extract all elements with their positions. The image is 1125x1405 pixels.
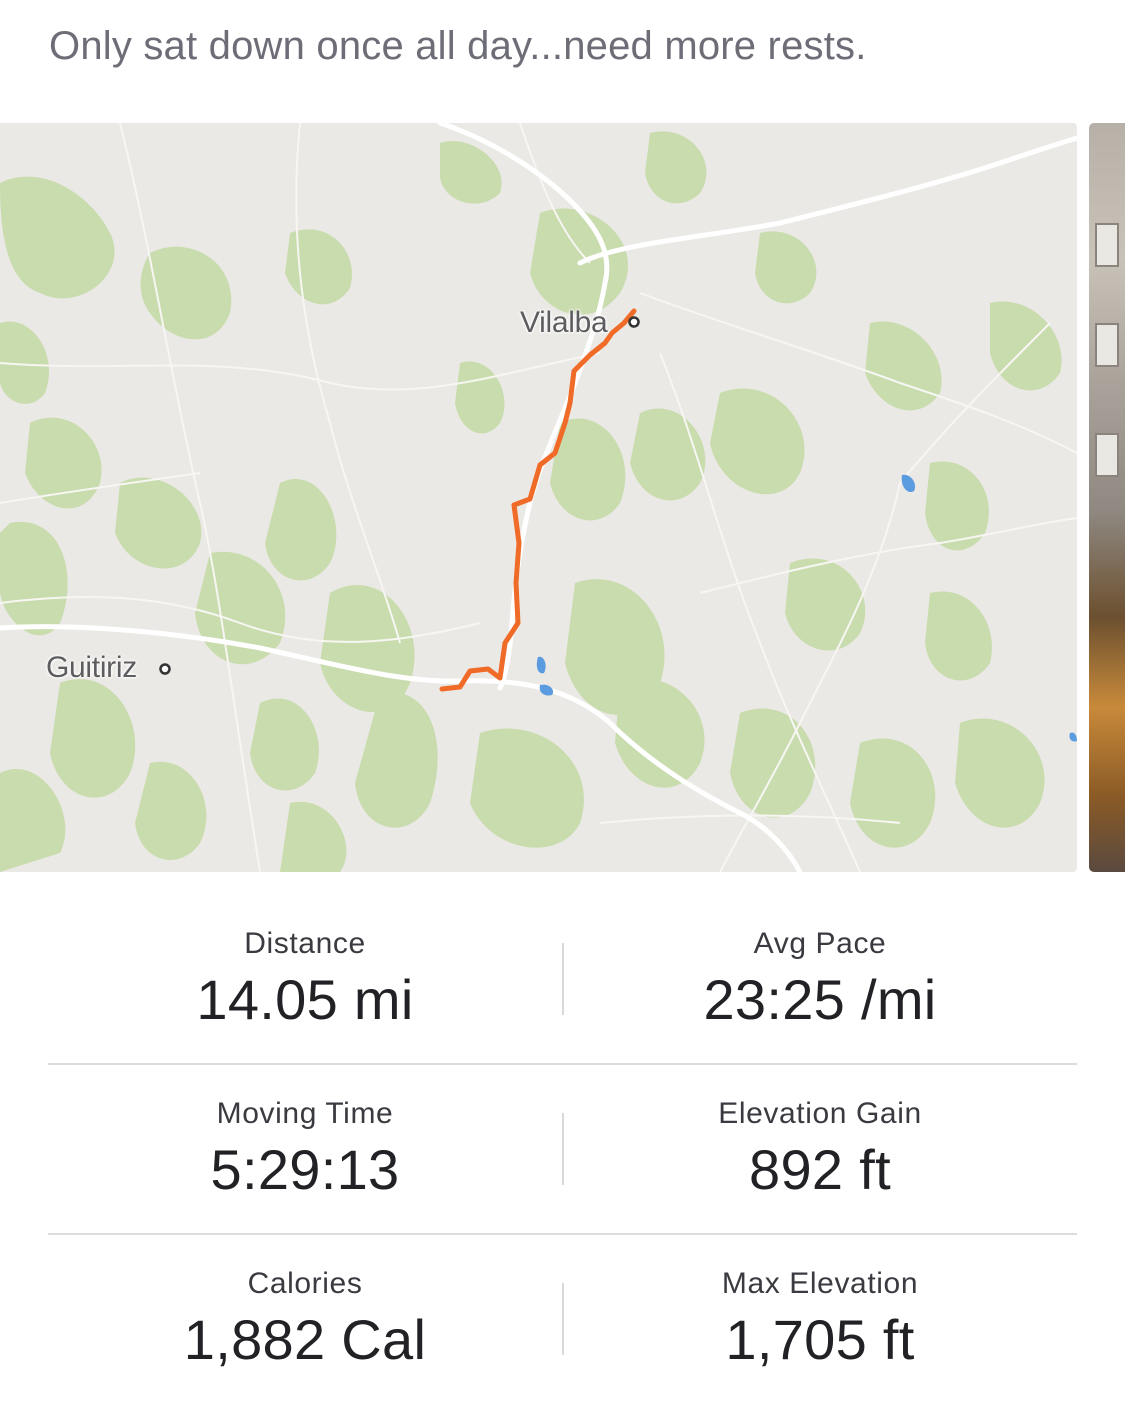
stat-avg-pace: Avg Pace 23:25 /mi [563, 895, 1077, 1032]
stat-moving-time: Moving Time 5:29:13 [48, 1065, 562, 1202]
stat-label: Distance [244, 927, 366, 960]
stat-label: Moving Time [216, 1097, 394, 1130]
building-window [1095, 323, 1119, 367]
stat-distance: Distance 14.05 mi [48, 895, 562, 1032]
route-map[interactable]: Vilalba Guitiriz [0, 123, 1077, 872]
stat-value: 23:25 /mi [703, 968, 937, 1031]
building-window [1095, 223, 1119, 267]
stat-label: Avg Pace [753, 927, 887, 960]
stat-value: 14.05 mi [196, 968, 414, 1031]
town-label-guitiriz: Guitiriz [46, 651, 137, 684]
stat-max-elevation: Max Elevation 1,705 ft [563, 1235, 1077, 1372]
activity-description: Only sat down once all day...need more r… [49, 24, 867, 68]
stat-elevation-gain: Elevation Gain 892 ft [563, 1065, 1077, 1202]
activity-stats: Distance 14.05 mi Avg Pace 23:25 /mi Mov… [48, 895, 1077, 1405]
stat-label: Calories [247, 1267, 363, 1300]
stat-value: 1,882 Cal [183, 1308, 427, 1371]
stat-calories: Calories 1,882 Cal [48, 1235, 562, 1372]
stats-row: Moving Time 5:29:13 Elevation Gain 892 f… [48, 1065, 1077, 1235]
stat-value: 1,705 ft [725, 1308, 915, 1371]
map-canvas [0, 123, 1077, 872]
stat-label: Elevation Gain [718, 1097, 922, 1130]
building-window [1095, 433, 1119, 477]
town-label-vilalba: Vilalba [520, 306, 608, 339]
guitiriz-marker [159, 663, 171, 675]
stat-value: 5:29:13 [210, 1138, 400, 1201]
stat-label: Max Elevation [721, 1267, 919, 1300]
stat-value: 892 ft [749, 1138, 891, 1201]
stats-row: Calories 1,882 Cal Max Elevation 1,705 f… [48, 1235, 1077, 1405]
activity-photo-thumbnail[interactable] [1089, 123, 1125, 872]
vilalba-marker [628, 316, 640, 328]
stats-row: Distance 14.05 mi Avg Pace 23:25 /mi [48, 895, 1077, 1065]
